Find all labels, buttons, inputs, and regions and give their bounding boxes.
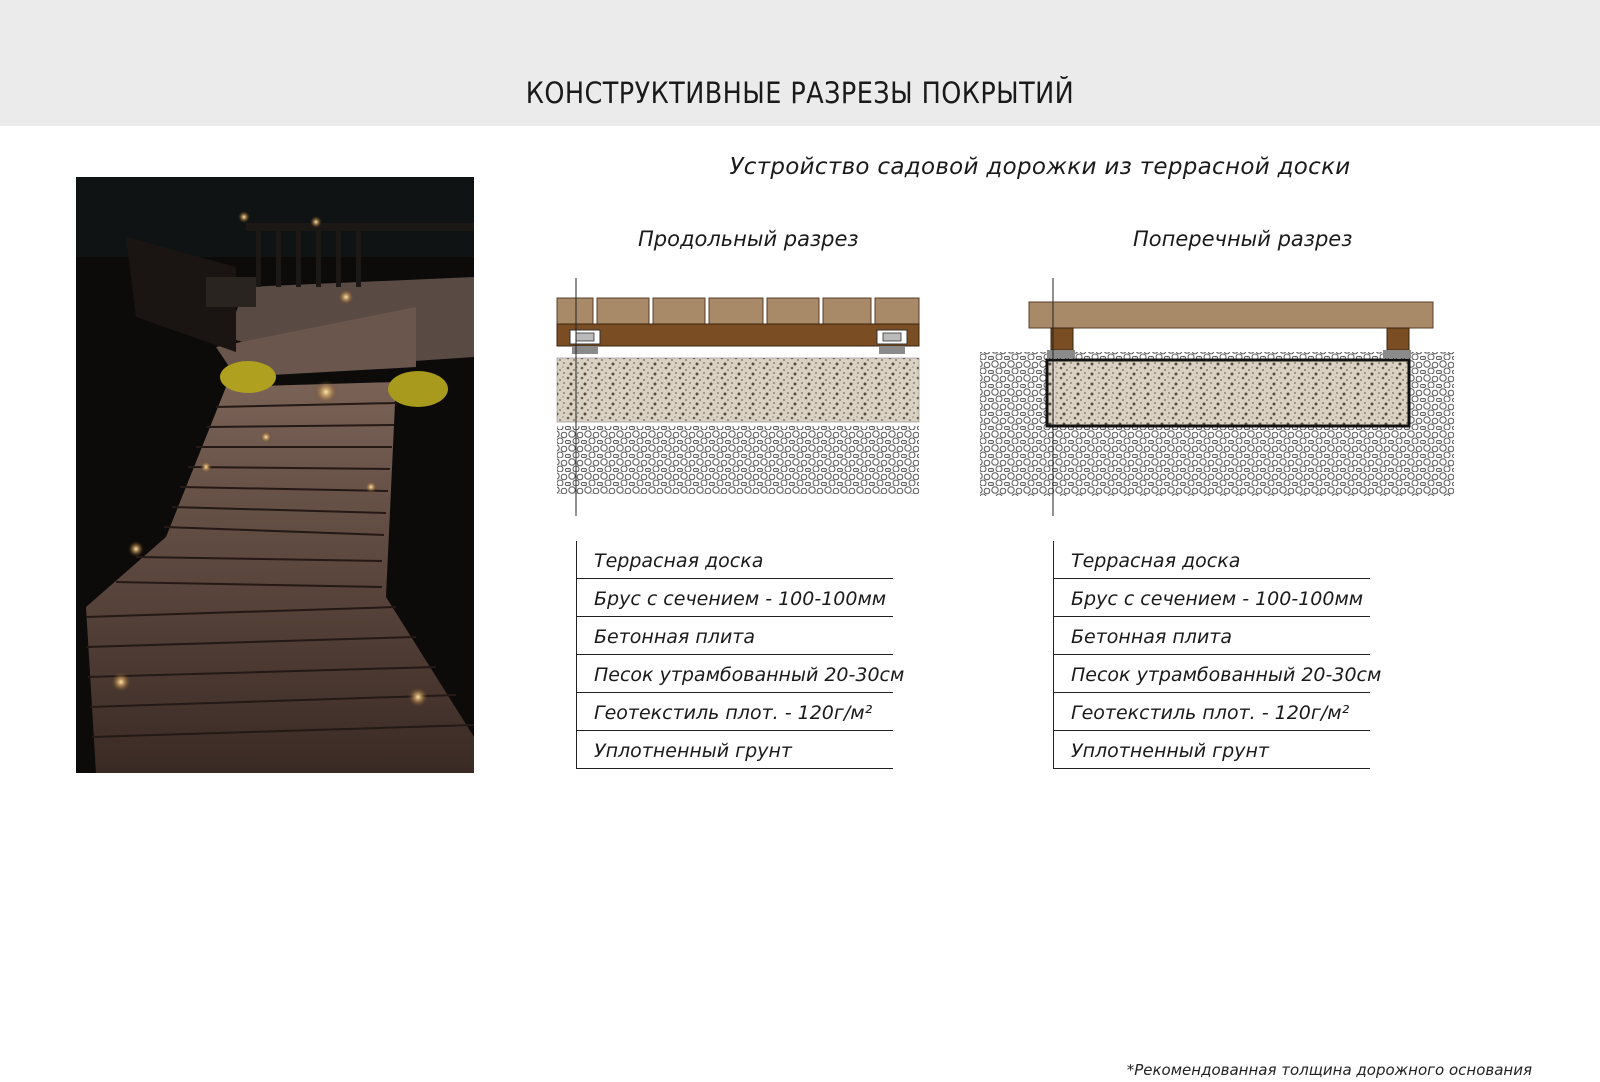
- longitudinal-section-title: Продольный разрез: [638, 227, 859, 251]
- layer-compacted-sand: Песок утрамбованный 20-30см: [1054, 655, 1381, 693]
- layer-deck-board: Террасная доска: [577, 541, 893, 579]
- deck-night-image: [76, 177, 474, 773]
- layer-compacted-soil: Уплотненный грунт: [577, 731, 893, 769]
- layer-deck-board: Террасная доска: [1054, 541, 1370, 579]
- longitudinal-layer-list: Террасная доска Брус с сечением - 100-10…: [576, 541, 904, 769]
- cross-section-drawing: [980, 278, 1454, 516]
- page-header: КОНСТРУКТИВНЫЕ РАЗРЕЗЫ ПОКРЫТИЙ: [0, 0, 1600, 126]
- longitudinal-section-drawing: [556, 278, 920, 516]
- cross-layer-list: Террасная доска Брус с сечением - 100-10…: [1053, 541, 1381, 769]
- page-title: КОНСТРУКТИВНЫЕ РАЗРЕЗЫ ПОКРЫТИЙ: [525, 76, 1075, 110]
- layer-concrete-slab: Бетонная плита: [577, 617, 893, 655]
- layer-geotextile: Геотекстиль плот. - 120г/м²: [1054, 693, 1370, 731]
- garden-path-photo: [76, 177, 474, 773]
- layer-beam: Брус с сечением - 100-100мм: [577, 579, 893, 617]
- layer-compacted-sand: Песок утрамбованный 20-30см: [577, 655, 904, 693]
- cross-section-title: Поперечный разрез: [1133, 227, 1353, 251]
- layer-concrete-slab: Бетонная плита: [1054, 617, 1370, 655]
- layer-compacted-soil: Уплотненный грунт: [1054, 731, 1370, 769]
- footnote: *Рекомендованная толщина дорожного основ…: [1126, 1061, 1532, 1079]
- diagram-subtitle: Устройство садовой дорожки из террасной …: [729, 154, 1351, 180]
- layer-geotextile: Геотекстиль плот. - 120г/м²: [577, 693, 893, 731]
- layer-beam: Брус с сечением - 100-100мм: [1054, 579, 1370, 617]
